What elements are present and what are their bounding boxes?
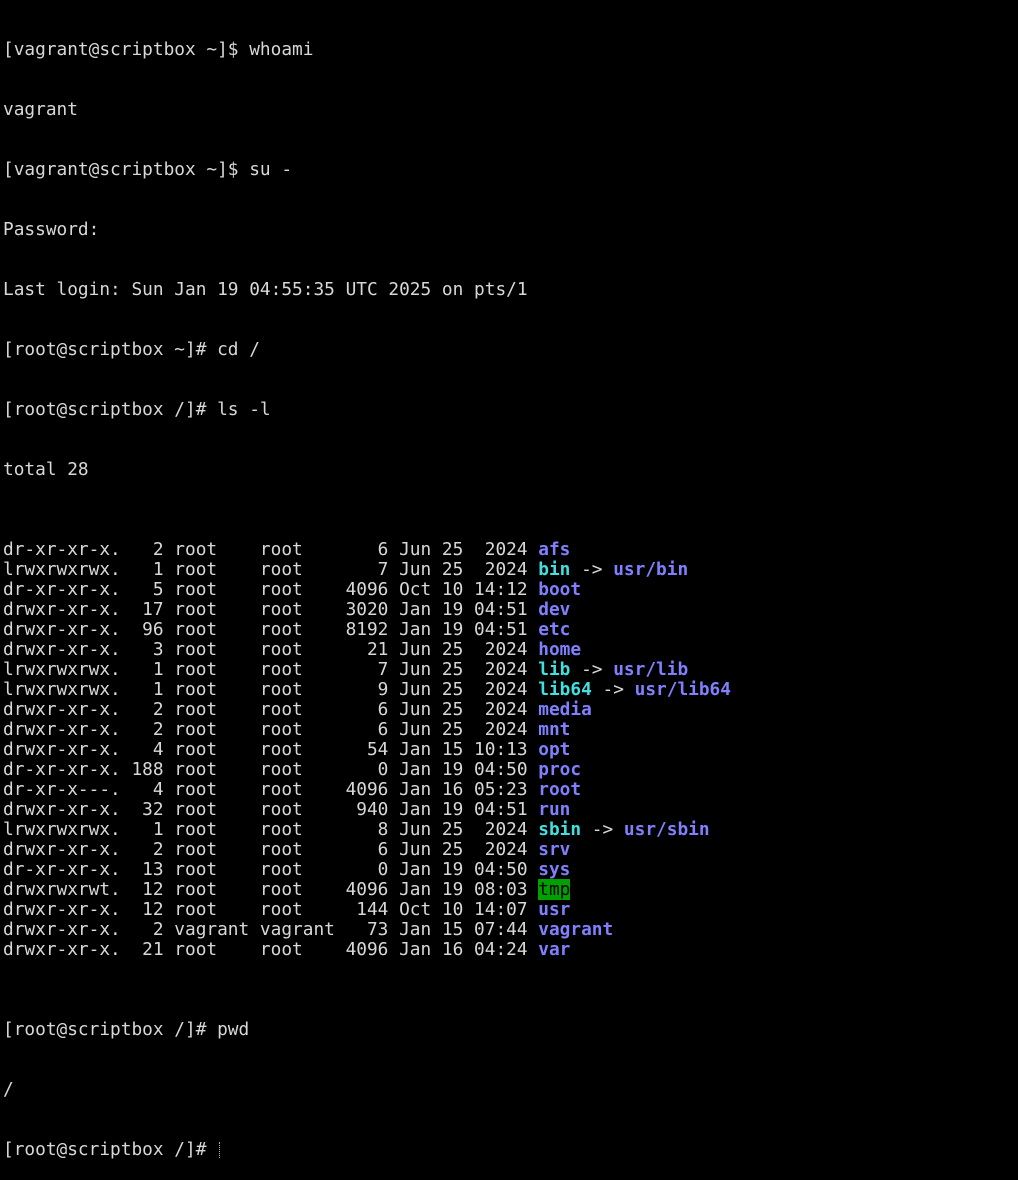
ls-entry-name: run (538, 799, 571, 820)
ls-entry-name: lib64 (538, 679, 592, 700)
ls-entry-name: bin (538, 559, 571, 580)
ls-row: dr-xr-xr-x. 2 root root 6 Jun 25 2024 af… (3, 540, 1018, 560)
symlink-target: usr/lib64 (634, 679, 731, 700)
ls-row-meta: dr-xr-x---. 4 root root 4096 Jan 16 05:2… (3, 779, 539, 800)
symlink-arrow: -> (591, 679, 635, 700)
ls-row-meta: lrwxrwxrwx. 1 root root 9 Jun 25 2024 (3, 679, 539, 700)
ls-row-meta: drwxr-xr-x. 2 root root 6 Jun 25 2024 (3, 699, 539, 720)
ls-entry-name: etc (538, 619, 571, 640)
command-line: [root@scriptbox /]# ls -l (3, 399, 271, 420)
ls-entry-name: dev (538, 599, 571, 620)
ls-row: drwxr-xr-x. 12 root root 144 Oct 10 14:0… (3, 900, 1018, 920)
ls-row: dr-xr-xr-x. 188 root root 0 Jan 19 04:50… (3, 760, 1018, 780)
active-prompt-line[interactable]: [root@scriptbox /]# (3, 1140, 1018, 1160)
ls-row: drwxrwxrwt. 12 root root 4096 Jan 19 08:… (3, 879, 1018, 900)
ls-row-meta: drwxr-xr-x. 12 root root 144 Oct 10 14:0… (3, 899, 539, 920)
symlink-arrow: -> (570, 559, 614, 580)
command-line: [root@scriptbox ~]# cd / (3, 339, 260, 360)
ls-row-meta: dr-xr-xr-x. 13 root root 0 Jan 19 04:50 (3, 859, 539, 880)
terminal-window[interactable]: [vagrant@scriptbox ~]$ whoami vagrant [v… (0, 0, 1018, 1160)
symlink-target: usr/sbin (623, 819, 710, 840)
ls-total-line: total 28 (3, 459, 89, 480)
ls-entry-name: sbin (538, 819, 582, 840)
password-prompt: Password: (3, 219, 100, 240)
ls-row: lrwxrwxrwx. 1 root root 8 Jun 25 2024 sb… (3, 820, 1018, 840)
ls-row-meta: drwxr-xr-x. 96 root root 8192 Jan 19 04:… (3, 619, 539, 640)
ls-row: drwxr-xr-x. 3 root root 21 Jun 25 2024 h… (3, 640, 1018, 660)
last-login-line: Last login: Sun Jan 19 04:55:35 UTC 2025… (3, 279, 528, 300)
ls-entry-name: tmp (538, 879, 571, 900)
ls-row: dr-xr-xr-x. 5 root root 4096 Oct 10 14:1… (3, 580, 1018, 600)
ls-entry-name: var (538, 939, 571, 960)
ls-entry-name: media (538, 699, 592, 720)
command-line: [vagrant@scriptbox ~]$ su - (3, 159, 293, 180)
symlink-target: usr/lib (613, 659, 689, 680)
ls-entry-name: opt (538, 739, 571, 760)
ls-row-meta: drwxr-xr-x. 32 root root 940 Jan 19 04:5… (3, 799, 539, 820)
ls-row-meta: lrwxrwxrwx. 1 root root 7 Jun 25 2024 (3, 559, 539, 580)
output-line: vagrant (3, 99, 78, 120)
ls-row: lrwxrwxrwx. 1 root root 7 Jun 25 2024 li… (3, 660, 1018, 680)
ls-entry-name: lib (538, 659, 571, 680)
ls-row-meta: drwxr-xr-x. 2 vagrant vagrant 73 Jan 15 … (3, 919, 539, 940)
ls-row-meta: lrwxrwxrwx. 1 root root 7 Jun 25 2024 (3, 659, 539, 680)
ls-entry-name: usr (538, 899, 571, 920)
ls-row: lrwxrwxrwx. 1 root root 9 Jun 25 2024 li… (3, 680, 1018, 700)
ls-row: drwxr-xr-x. 96 root root 8192 Jan 19 04:… (3, 620, 1018, 640)
ls-listing: dr-xr-xr-x. 2 root root 6 Jun 25 2024 af… (3, 540, 1018, 960)
ls-entry-name: mnt (538, 719, 571, 740)
ls-row-meta: dr-xr-xr-x. 188 root root 0 Jan 19 04:50 (3, 759, 539, 780)
ls-row: drwxr-xr-x. 21 root root 4096 Jan 16 04:… (3, 940, 1018, 960)
ls-row-meta: drwxr-xr-x. 17 root root 3020 Jan 19 04:… (3, 599, 539, 620)
ls-entry-name: vagrant (538, 919, 614, 940)
ls-row-meta: drwxr-xr-x. 3 root root 21 Jun 25 2024 (3, 639, 539, 660)
ls-row: lrwxrwxrwx. 1 root root 7 Jun 25 2024 bi… (3, 560, 1018, 580)
ls-entry-name: sys (538, 859, 571, 880)
prompt: [root@scriptbox /]# (3, 1139, 218, 1160)
ls-entry-name: home (538, 639, 582, 660)
ls-entry-name: proc (538, 759, 582, 780)
ls-entry-name: srv (538, 839, 571, 860)
ls-row: drwxr-xr-x. 2 root root 6 Jun 25 2024 sr… (3, 840, 1018, 860)
ls-row-meta: dr-xr-xr-x. 2 root root 6 Jun 25 2024 (3, 539, 539, 560)
ls-entry-name: boot (538, 579, 582, 600)
ls-row: dr-xr-xr-x. 13 root root 0 Jan 19 04:50 … (3, 860, 1018, 880)
ls-row: drwxr-xr-x. 17 root root 3020 Jan 19 04:… (3, 600, 1018, 620)
ls-row: dr-xr-x---. 4 root root 4096 Jan 16 05:2… (3, 780, 1018, 800)
ls-row: drwxr-xr-x. 2 root root 6 Jun 25 2024 mn… (3, 720, 1018, 740)
symlink-arrow: -> (581, 819, 624, 840)
output-line: / (3, 1079, 14, 1100)
ls-row-meta: lrwxrwxrwx. 1 root root 8 Jun 25 2024 (3, 819, 539, 840)
ls-entry-name: afs (538, 539, 571, 560)
ls-row-meta: drwxr-xr-x. 2 root root 6 Jun 25 2024 (3, 839, 539, 860)
ls-row: drwxr-xr-x. 2 root root 6 Jun 25 2024 me… (3, 700, 1018, 720)
symlink-target: usr/bin (613, 559, 689, 580)
ls-row-meta: drwxr-xr-x. 21 root root 4096 Jan 16 04:… (3, 939, 539, 960)
ls-row: drwxr-xr-x. 2 vagrant vagrant 73 Jan 15 … (3, 920, 1018, 940)
ls-row-meta: drwxr-xr-x. 4 root root 54 Jan 15 10:13 (3, 739, 539, 760)
symlink-arrow: -> (570, 659, 614, 680)
text-cursor (219, 1142, 223, 1158)
ls-row: drwxr-xr-x. 32 root root 940 Jan 19 04:5… (3, 800, 1018, 820)
ls-row-meta: drwxrwxrwt. 12 root root 4096 Jan 19 08:… (3, 879, 539, 900)
ls-entry-name: root (538, 779, 582, 800)
command-line: [vagrant@scriptbox ~]$ whoami (3, 39, 314, 60)
ls-row: drwxr-xr-x. 4 root root 54 Jan 15 10:13 … (3, 740, 1018, 760)
command-line: [root@scriptbox /]# pwd (3, 1019, 250, 1040)
ls-row-meta: drwxr-xr-x. 2 root root 6 Jun 25 2024 (3, 719, 539, 740)
ls-row-meta: dr-xr-xr-x. 5 root root 4096 Oct 10 14:1… (3, 579, 539, 600)
